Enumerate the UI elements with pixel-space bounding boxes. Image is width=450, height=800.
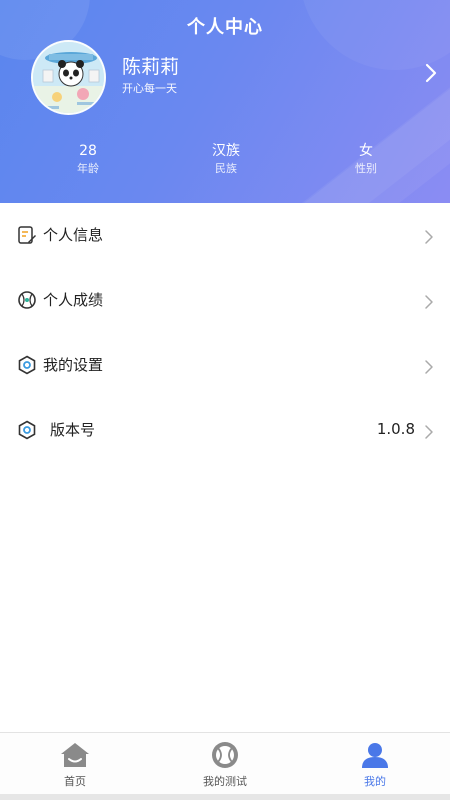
menu-item-version[interactable]: 版本号 1.0.8 — [0, 398, 450, 463]
home-icon — [61, 743, 89, 767]
stat-label: 民族 — [215, 162, 237, 175]
chevron-right-icon — [425, 360, 433, 374]
stat-value: 女 — [359, 143, 373, 159]
stat-ethnicity: 汉族 民族 — [151, 142, 301, 178]
bottom-tab-bar: 首页 我的测试 我的 — [0, 732, 450, 794]
profile-motto: 开心每一天 — [122, 82, 177, 95]
menu-item-label: 我的设置 — [43, 356, 104, 374]
tab-my-tests[interactable]: 我的测试 — [150, 733, 300, 795]
chevron-right-icon — [425, 230, 433, 244]
menu-item-scores[interactable]: 个人成绩 — [0, 268, 450, 333]
edit-document-icon — [18, 226, 36, 244]
stat-value: 28 — [79, 143, 97, 159]
user-icon — [362, 743, 388, 768]
version-number: 1.0.8 — [376, 420, 415, 438]
tab-label: 首页 — [64, 775, 86, 788]
stat-age: 28 年龄 — [13, 142, 163, 178]
chevron-right-icon[interactable] — [424, 62, 438, 84]
tab-mine[interactable]: 我的 — [300, 733, 450, 795]
tab-label: 我的 — [364, 775, 386, 788]
profile-name: 陈莉莉 — [122, 56, 180, 78]
page-title: 个人中心 — [187, 17, 263, 38]
baseball-icon — [212, 742, 238, 768]
chevron-right-icon — [425, 425, 433, 439]
tab-label: 我的测试 — [203, 775, 247, 788]
menu-item-label: 个人成绩 — [43, 291, 104, 309]
stat-value: 汉族 — [212, 143, 240, 159]
baseball-icon — [18, 291, 36, 309]
tab-home[interactable]: 首页 — [0, 733, 150, 795]
menu-item-settings[interactable]: 我的设置 — [0, 333, 450, 398]
stat-gender: 女 性别 — [291, 142, 441, 178]
panda-avatar-icon — [33, 42, 104, 113]
chevron-right-icon — [425, 295, 433, 309]
menu-item-label: 个人信息 — [43, 226, 104, 244]
menu-item-personal-info[interactable]: 个人信息 — [0, 203, 450, 268]
stat-label: 性别 — [355, 162, 377, 175]
bottom-system-bar — [0, 794, 450, 800]
stat-label: 年龄 — [77, 162, 99, 175]
avatar[interactable] — [31, 40, 106, 115]
menu-item-label: 版本号 — [50, 421, 96, 439]
profile-header: 个人中心 陈莉莉 开心每一天 28 年龄 汉族 民族 女 性别 — [0, 0, 450, 203]
hexagon-settings-icon — [18, 420, 36, 440]
hexagon-settings-icon — [18, 355, 36, 375]
